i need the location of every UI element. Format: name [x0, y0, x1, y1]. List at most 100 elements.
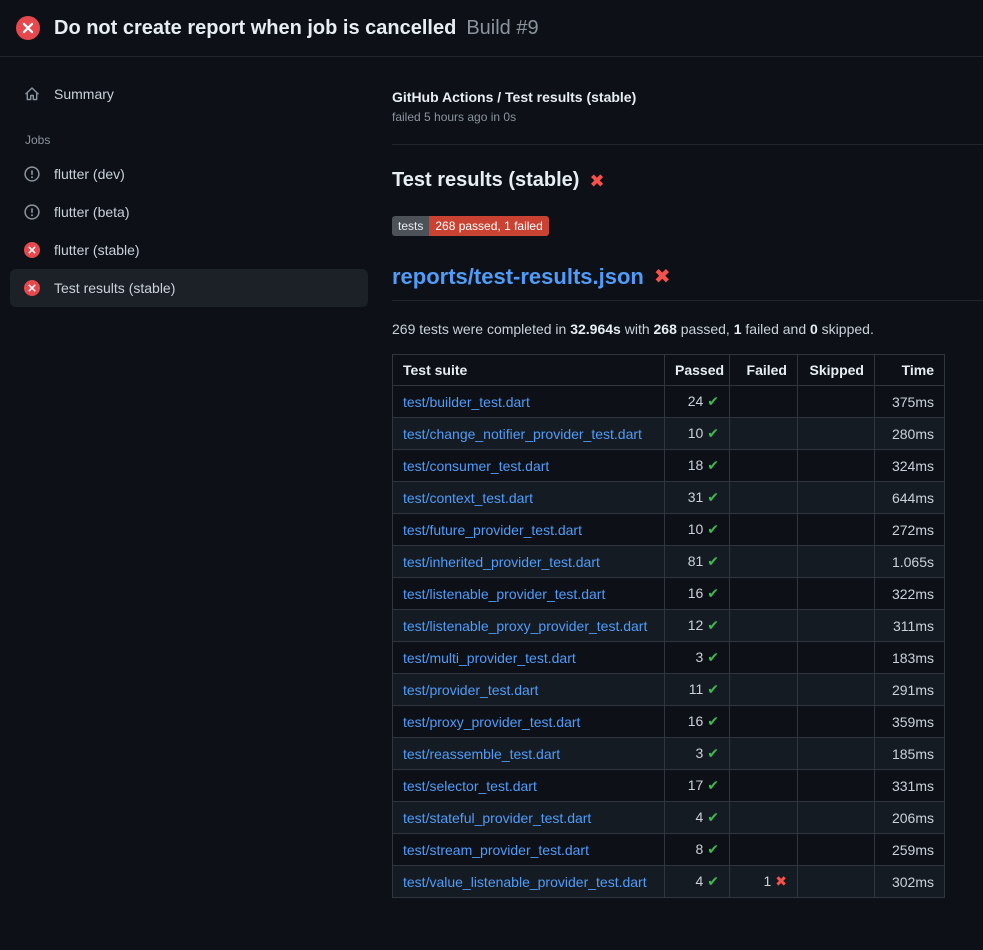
check-icon: ✔ [707, 585, 719, 601]
check-icon: ✔ [707, 393, 719, 409]
table-row: test/multi_provider_test.dart 3✔ 183ms [393, 642, 945, 674]
test-suite-link[interactable]: test/listenable_proxy_provider_test.dart [403, 618, 647, 634]
sidebar-job-flutter-dev[interactable]: flutter (dev) [10, 155, 368, 193]
test-suite-cell: test/stateful_provider_test.dart [393, 802, 665, 834]
passed-cell-count: 4 [695, 873, 703, 889]
test-suite-link[interactable]: test/selector_test.dart [403, 778, 537, 794]
test-suite-link[interactable]: test/value_listenable_provider_test.dart [403, 874, 647, 890]
run-meta: failed 5 hours ago in 0s [392, 110, 983, 124]
test-suite-link[interactable]: test/stateful_provider_test.dart [403, 810, 591, 826]
test-suite-cell: test/inherited_provider_test.dart [393, 546, 665, 578]
passed-cell-count: 11 [689, 681, 704, 697]
check-icon: ✔ [707, 617, 719, 633]
test-suite-link[interactable]: test/stream_provider_test.dart [403, 842, 589, 858]
skipped-cell [798, 674, 875, 706]
passed-cell: 16✔ [665, 578, 730, 610]
failed-cell [730, 418, 798, 450]
passed-cell: 8✔ [665, 834, 730, 866]
summary-skipped-count: 0 [810, 321, 818, 337]
check-icon: ✔ [707, 425, 719, 441]
test-suite-link[interactable]: test/multi_provider_test.dart [403, 650, 576, 666]
passed-cell-count: 4 [695, 809, 703, 825]
sidebar-job-label: flutter (dev) [54, 166, 125, 182]
report-link[interactable]: reports/test-results.json [392, 264, 644, 290]
test-suite-link[interactable]: test/listenable_provider_test.dart [403, 586, 605, 602]
column-header-time: Time [875, 355, 945, 386]
badge-label: tests [392, 216, 429, 236]
main-content: GitHub Actions / Test results (stable) f… [392, 57, 983, 950]
jobs-list: flutter (dev) flutter (beta) flutter (stab… [10, 155, 368, 307]
sidebar-job-label: Test results (stable) [54, 280, 175, 296]
build-number: Build #9 [466, 17, 538, 40]
passed-cell: 81✔ [665, 546, 730, 578]
summary-failed-count: 1 [734, 321, 742, 337]
test-suite-cell: test/change_notifier_provider_test.dart [393, 418, 665, 450]
skipped-cell [798, 770, 875, 802]
check-icon: ✔ [707, 649, 719, 665]
sidebar-job-label: flutter (beta) [54, 204, 129, 220]
run-header: GitHub Actions / Test results (stable) f… [392, 89, 983, 145]
passed-cell-count: 17 [688, 777, 704, 793]
skipped-cell [798, 418, 875, 450]
passed-cell: 16✔ [665, 706, 730, 738]
passed-cell: 12✔ [665, 610, 730, 642]
time-cell: 375ms [875, 386, 945, 418]
time-cell: 324ms [875, 450, 945, 482]
passed-cell: 3✔ [665, 642, 730, 674]
table-row: test/value_listenable_provider_test.dart… [393, 866, 945, 898]
summary-text: skipped. [818, 321, 874, 337]
sidebar-job-flutter-beta[interactable]: flutter (beta) [10, 193, 368, 231]
time-cell: 302ms [875, 866, 945, 898]
table-row: test/builder_test.dart24✔375ms [393, 386, 945, 418]
sidebar-item-summary[interactable]: Summary [10, 75, 368, 113]
time-cell: 183ms [875, 642, 945, 674]
failed-cell [730, 802, 798, 834]
sidebar-job-flutter-stable[interactable]: flutter (stable) [10, 231, 368, 269]
time-cell: 259ms [875, 834, 945, 866]
section-title: Test results (stable) ✖ [392, 169, 983, 192]
skipped-cell [798, 610, 875, 642]
table-row: test/reassemble_test.dart3✔185ms [393, 738, 945, 770]
report-title: reports/test-results.json ✖ [392, 264, 983, 301]
x-circle-icon [24, 280, 40, 296]
alert-circle-icon [24, 204, 40, 220]
summary-text: passed, [677, 321, 734, 337]
test-suite-link[interactable]: test/reassemble_test.dart [403, 746, 560, 762]
passed-cell-count: 3 [695, 649, 703, 665]
check-icon: ✔ [707, 777, 719, 793]
sidebar-job-label: flutter (stable) [54, 242, 140, 258]
test-suite-cell: test/proxy_provider_test.dart [393, 706, 665, 738]
x-circle-icon [16, 16, 40, 40]
jobs-section-label: Jobs [25, 133, 368, 147]
failed-cell-count: 1 [763, 873, 771, 889]
home-icon [24, 86, 40, 102]
test-suite-link[interactable]: test/context_test.dart [403, 490, 533, 506]
passed-cell-count: 81 [688, 553, 704, 569]
passed-cell-count: 18 [688, 457, 704, 473]
alert-circle-icon [24, 166, 40, 182]
sidebar-item-label: Summary [54, 86, 114, 102]
test-suite-link[interactable]: test/consumer_test.dart [403, 458, 549, 474]
test-suite-link[interactable]: test/inherited_provider_test.dart [403, 554, 600, 570]
failed-cell [730, 674, 798, 706]
passed-cell: 31✔ [665, 482, 730, 514]
test-suite-link[interactable]: test/proxy_provider_test.dart [403, 714, 580, 730]
skipped-cell [798, 802, 875, 834]
failed-cell [730, 738, 798, 770]
test-suite-link[interactable]: test/future_provider_test.dart [403, 522, 582, 538]
passed-cell: 3✔ [665, 738, 730, 770]
table-row: test/listenable_provider_test.dart16✔322… [393, 578, 945, 610]
test-suite-link[interactable]: test/change_notifier_provider_test.dart [403, 426, 642, 442]
skipped-cell [798, 514, 875, 546]
failed-x-icon: ✖ [654, 267, 671, 287]
test-suite-link[interactable]: test/builder_test.dart [403, 394, 530, 410]
app-root: Do not create report when job is cancell… [0, 0, 983, 950]
test-suite-cell: test/consumer_test.dart [393, 450, 665, 482]
check-run-title: Do not create report when job is cancell… [54, 17, 456, 40]
time-cell: 1.065s [875, 546, 945, 578]
failed-cell [730, 578, 798, 610]
passed-cell-count: 12 [688, 617, 704, 633]
sidebar-job-test-results-stable[interactable]: Test results (stable) [10, 269, 368, 307]
table-row: test/stream_provider_test.dart 8✔ 259ms [393, 834, 945, 866]
test-suite-link[interactable]: test/provider_test.dart [403, 682, 538, 698]
